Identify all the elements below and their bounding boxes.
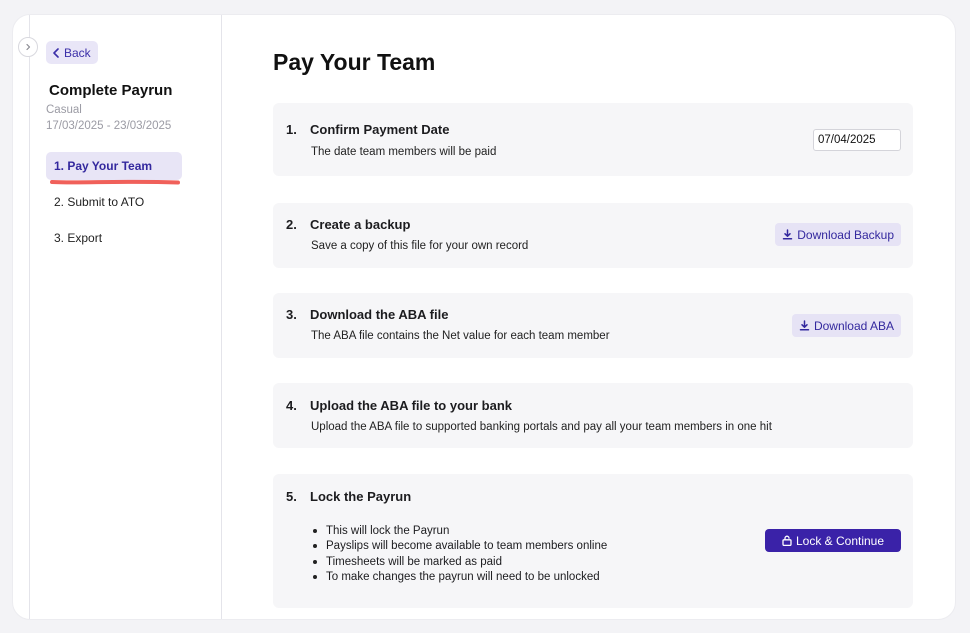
step-description: Upload the ABA file to supported banking… xyxy=(311,421,772,433)
payrun-title: Complete Payrun xyxy=(49,82,173,99)
chevron-right-icon xyxy=(26,43,31,51)
download-backup-button[interactable]: Download Backup xyxy=(775,223,901,246)
step-title: Upload the ABA file to your bank xyxy=(310,398,512,413)
back-button[interactable]: Back xyxy=(46,41,98,64)
highlight-underline xyxy=(50,179,180,185)
step-card-create-backup: 2. Create a backup Save a copy of this f… xyxy=(273,203,913,268)
nav-step-submit-to-ato[interactable]: 2. Submit to ATO xyxy=(46,188,182,216)
lock-info-list: This will lock the Payrun Payslips will … xyxy=(311,523,607,585)
step-title: Lock the Payrun xyxy=(310,489,412,504)
nav-step-pay-your-team[interactable]: 1. Pay Your Team xyxy=(46,152,182,180)
list-item: Timesheets will be marked as paid xyxy=(311,554,607,570)
nav-step-label: 1. Pay Your Team xyxy=(54,159,153,173)
pay-period: 17/03/2025 - 23/03/2025 xyxy=(46,120,172,132)
app-window: Back Complete Payrun Casual 17/03/2025 -… xyxy=(12,14,956,620)
step-title: Create a backup xyxy=(310,217,411,232)
payment-date-input[interactable] xyxy=(813,129,901,151)
button-label: Download ABA xyxy=(813,318,894,333)
lock-and-continue-button[interactable]: Lock & Continue xyxy=(765,529,901,552)
download-icon xyxy=(783,229,793,240)
back-button-label: Back xyxy=(64,45,91,60)
step-card-lock-payrun: 5. Lock the Payrun This will lock the Pa… xyxy=(273,474,913,608)
step-number: 2. xyxy=(286,217,297,232)
main-content: Pay Your Team 1. Confirm Payment Date Th… xyxy=(223,15,955,619)
button-label: Download Backup xyxy=(797,227,894,242)
button-label: Lock & Continue xyxy=(795,533,885,548)
download-aba-button[interactable]: Download ABA xyxy=(791,314,901,337)
nav-step-label: 2. Submit to ATO xyxy=(54,195,145,209)
step-card-upload-aba: 4. Upload the ABA file to your bank Uplo… xyxy=(273,383,913,448)
list-item: To make changes the payrun will need to … xyxy=(311,570,607,586)
nav-step-label: 3. Export xyxy=(54,231,103,245)
step-card-confirm-payment-date: 1. Confirm Payment Date The date team me… xyxy=(273,103,913,176)
nav-step-export[interactable]: 3. Export xyxy=(46,224,182,252)
sidebar-collapse-toggle[interactable] xyxy=(18,37,38,57)
step-title: Download the ABA file xyxy=(310,307,449,322)
list-item: Payslips will become available to team m… xyxy=(311,539,607,555)
sidebar: Back Complete Payrun Casual 17/03/2025 -… xyxy=(29,15,222,619)
pay-type: Casual xyxy=(46,104,82,116)
step-number: 3. xyxy=(286,307,297,322)
step-description: The ABA file contains the Net value for … xyxy=(311,330,610,342)
page-title: Pay Your Team xyxy=(273,49,436,75)
step-description: The date team members will be paid xyxy=(311,146,497,158)
step-description: Save a copy of this file for your own re… xyxy=(311,240,529,252)
step-number: 5. xyxy=(286,489,297,504)
lock-icon xyxy=(782,535,792,546)
download-icon xyxy=(799,320,810,331)
list-item: This will lock the Payrun xyxy=(311,523,607,539)
step-number: 1. xyxy=(286,122,297,137)
step-title: Confirm Payment Date xyxy=(310,122,450,137)
step-card-download-aba: 3. Download the ABA file The ABA file co… xyxy=(273,293,913,358)
chevron-left-icon xyxy=(53,47,59,58)
step-number: 4. xyxy=(286,398,297,413)
